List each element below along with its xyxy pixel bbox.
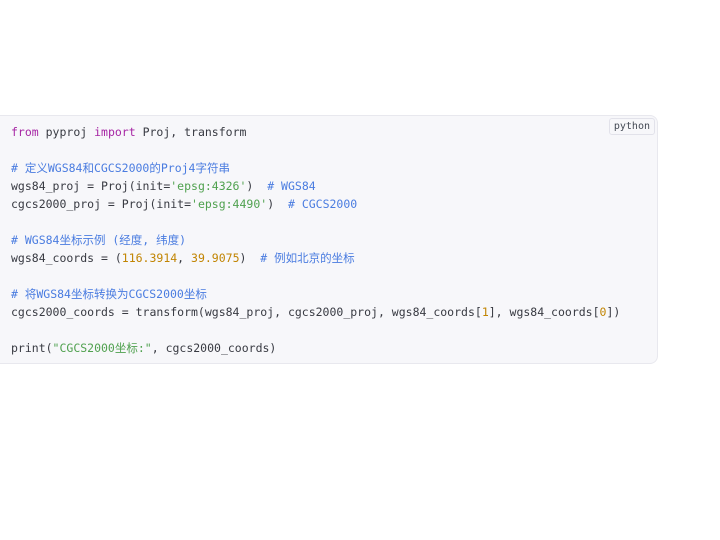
code-line: cgcs2000_coords = transform(wgs84_proj, … bbox=[11, 303, 620, 321]
code-block: python from pyproj import Proj, transfor… bbox=[0, 115, 658, 364]
code-token: from bbox=[11, 125, 39, 139]
code-token: 1 bbox=[481, 305, 489, 319]
code-line: # 定义WGS84和CGCS2000的Proj4字符串 bbox=[11, 159, 620, 177]
code-token: , cgcs2000_coords) bbox=[151, 341, 277, 355]
code-line: wgs84_proj = Proj(init='epsg:4326') # WG… bbox=[11, 177, 620, 195]
code-token: wgs84_proj = Proj(init= bbox=[11, 179, 171, 193]
code-token: cgcs2000_coords = transform(wgs84_proj, … bbox=[11, 305, 482, 319]
code-token: ]) bbox=[606, 305, 621, 319]
code-token: print( bbox=[11, 341, 53, 355]
code-token: # WGS84坐标示例 (经度, 纬度) bbox=[11, 233, 187, 247]
code-token: 39.9075 bbox=[191, 251, 240, 265]
code-token: , bbox=[177, 251, 192, 265]
code-token: ) bbox=[246, 179, 268, 193]
code-line: wgs84_coords = (116.3914, 39.9075) # 例如北… bbox=[11, 249, 620, 267]
code-line: print("CGCS2000坐标:", cgcs2000_coords) bbox=[11, 339, 620, 357]
code-token: # 例如北京的坐标 bbox=[260, 251, 355, 265]
code-token: Proj, transform bbox=[135, 125, 247, 139]
code-token: "CGCS2000坐标:" bbox=[52, 341, 152, 355]
code-token: 'epsg:4326' bbox=[170, 179, 247, 193]
code-token: pyproj bbox=[38, 125, 95, 139]
code-line: from pyproj import Proj, transform bbox=[11, 123, 620, 141]
code-line: # WGS84坐标示例 (经度, 纬度) bbox=[11, 231, 620, 249]
code-token: ) bbox=[239, 251, 261, 265]
code-token: wgs84_coords = ( bbox=[11, 251, 122, 265]
code-token: ) bbox=[267, 197, 288, 211]
code-token: # 将WGS84坐标转换为CGCS2000坐标 bbox=[11, 287, 207, 301]
code-token: 116.3914 bbox=[121, 251, 178, 265]
code-token: cgcs2000_proj = Proj(init= bbox=[11, 197, 192, 211]
code-token: # CGCS2000 bbox=[287, 197, 358, 211]
code-lines: from pyproj import Proj, transform # 定义W… bbox=[11, 123, 620, 357]
code-token: import bbox=[94, 125, 136, 139]
code-token: ], wgs84_coords[ bbox=[488, 305, 600, 319]
code-token: # WGS84 bbox=[267, 179, 316, 193]
code-token: # 定义WGS84和CGCS2000的Proj4字符串 bbox=[11, 161, 230, 175]
code-line: # 将WGS84坐标转换为CGCS2000坐标 bbox=[11, 285, 620, 303]
code-line: cgcs2000_proj = Proj(init='epsg:4490') #… bbox=[11, 195, 620, 213]
code-token: 'epsg:4490' bbox=[191, 197, 268, 211]
